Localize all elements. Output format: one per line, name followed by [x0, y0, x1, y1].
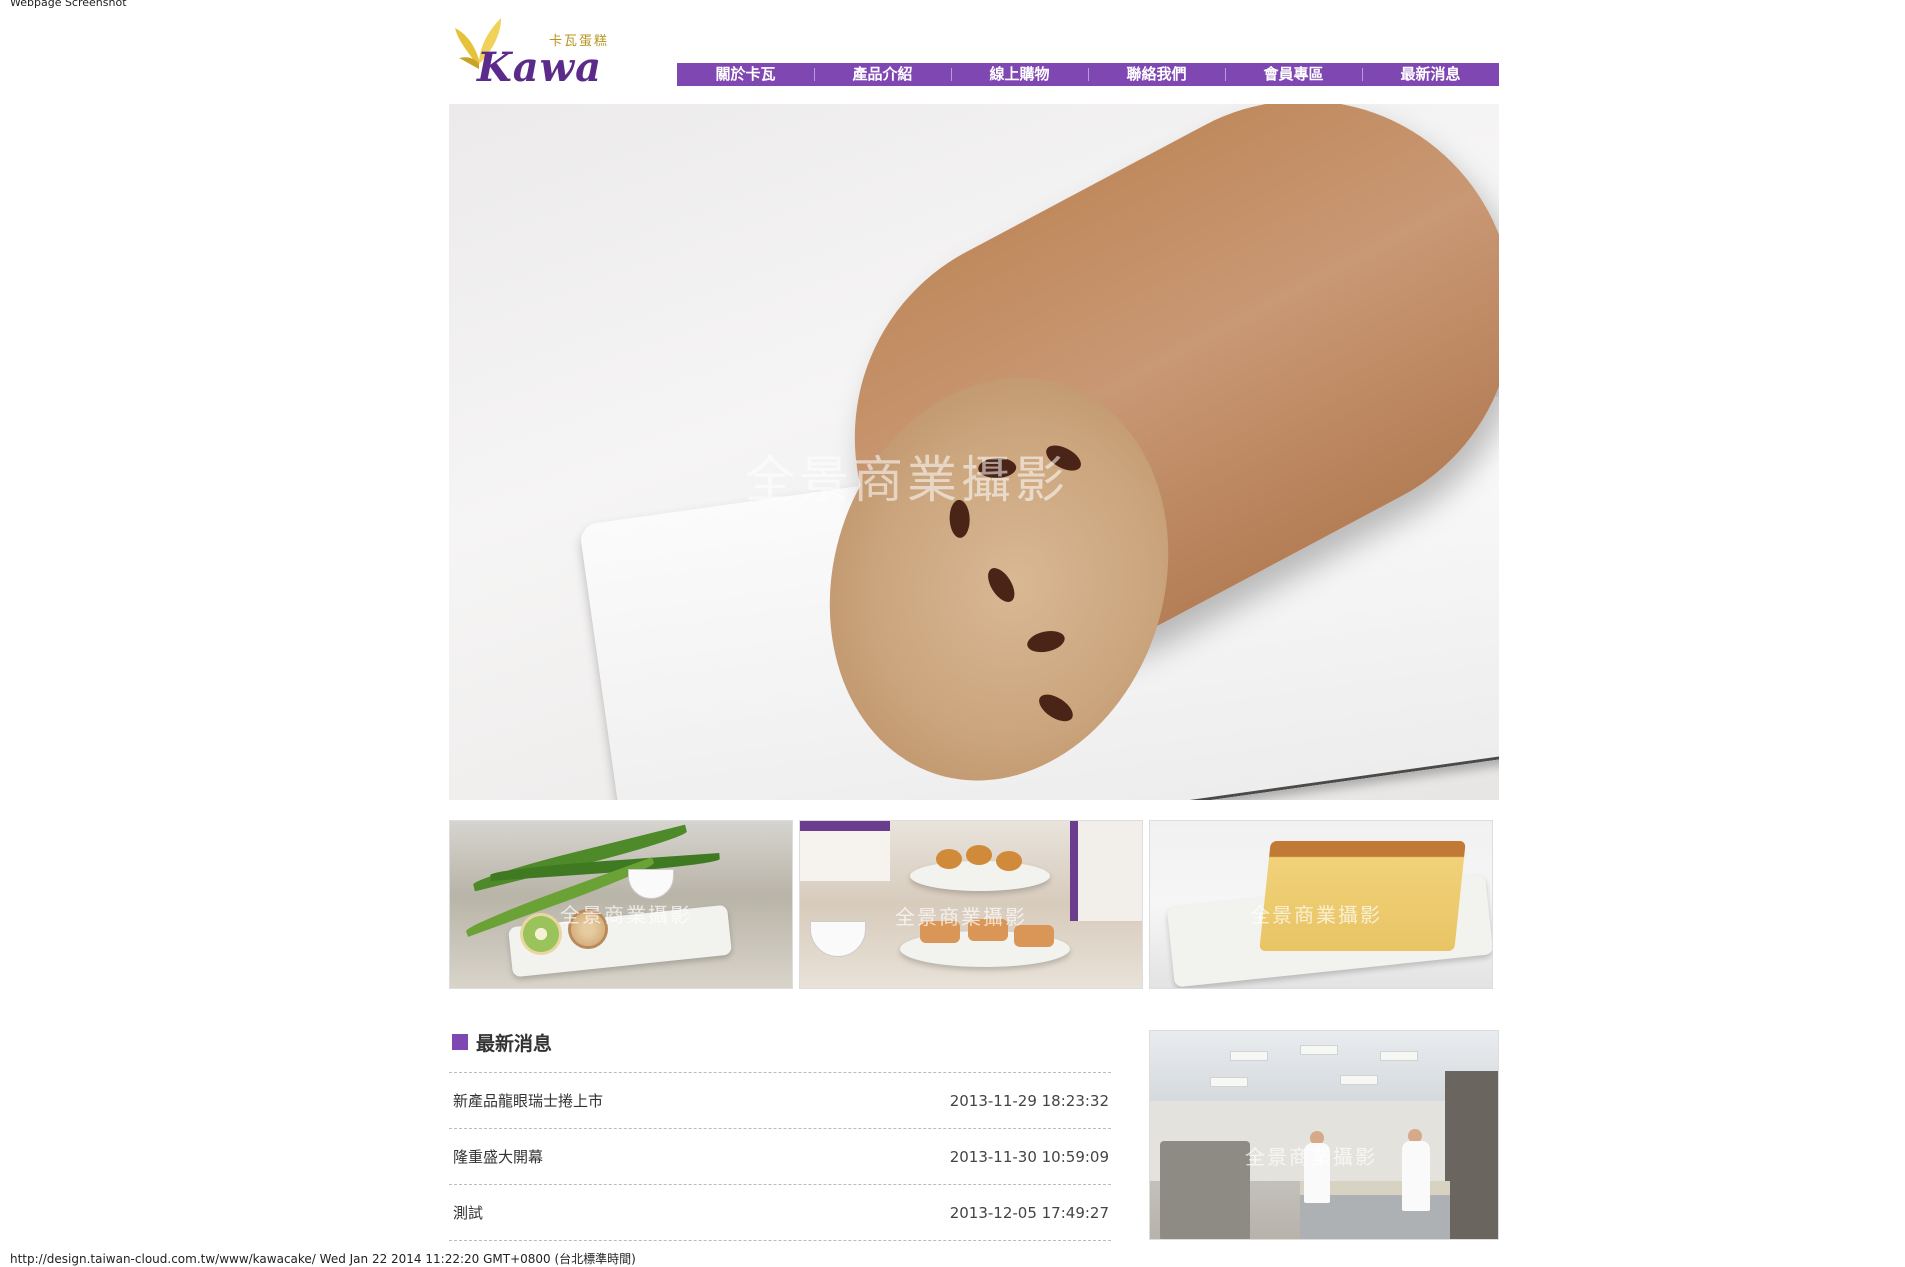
nav-item-shop[interactable]: 線上購物: [951, 63, 1088, 86]
castella-cake: [1259, 841, 1466, 951]
news-row[interactable]: 新產品龍眼瑞士捲上市 2013-11-29 18:23:32: [449, 1073, 1111, 1129]
logo-wordmark: Kawa: [477, 44, 603, 91]
thumbnail-castella[interactable]: 全景商業攝影: [1149, 820, 1493, 989]
logo[interactable]: 卡瓦蛋糕 Kawa: [449, 14, 619, 94]
news-item-date: 2013-12-05 17:49:27: [949, 1203, 1109, 1222]
thumbnail-cookies[interactable]: 全景商業攝影: [799, 820, 1143, 989]
news-row[interactable]: 測試 2013-12-05 17:49:27: [449, 1185, 1111, 1241]
nav-item-member[interactable]: 會員專區: [1225, 63, 1362, 86]
thumbnail-swiss-roll[interactable]: 全景商業攝影: [449, 820, 793, 989]
news-title: 最新消息: [476, 1032, 553, 1055]
news-item-title[interactable]: 測試: [453, 1202, 483, 1223]
news-section: 最新消息 新產品龍眼瑞士捲上市 2013-11-29 18:23:32 隆重盛大…: [449, 1028, 1111, 1241]
square-icon: [452, 1034, 468, 1050]
kitchen-watermark: 全景商業攝影: [1245, 1145, 1377, 1169]
news-item-date: 2013-11-29 18:23:32: [949, 1091, 1109, 1110]
nav-item-products[interactable]: 產品介紹: [814, 63, 951, 86]
thumbnail-watermark: 全景商業攝影: [560, 903, 692, 927]
main-nav: 關於卡瓦 產品介紹 線上購物 聯絡我們 會員專區 最新消息: [677, 63, 1499, 86]
news-row[interactable]: 隆重盛大開幕 2013-11-30 10:59:09: [449, 1129, 1111, 1185]
news-item-date: 2013-11-30 10:59:09: [949, 1147, 1109, 1166]
nav-item-news[interactable]: 最新消息: [1362, 63, 1499, 86]
thumbnail-watermark: 全景商業攝影: [1250, 903, 1382, 927]
thumbnail-watermark: 全景商業攝影: [895, 905, 1027, 929]
hero-watermark: 全景商業攝影: [745, 451, 1069, 509]
nav-item-about[interactable]: 關於卡瓦: [677, 63, 814, 86]
page-top-label: Webpage Screenshot: [10, 0, 127, 9]
kitchen-image: 全景商業攝影: [1149, 1030, 1499, 1240]
hero-image: 全景商業攝影: [449, 104, 1499, 800]
news-item-title[interactable]: 隆重盛大開幕: [453, 1146, 543, 1167]
nav-item-contact[interactable]: 聯絡我們: [1088, 63, 1225, 86]
news-item-title[interactable]: 新產品龍眼瑞士捲上市: [453, 1090, 603, 1111]
page-footer-url: http://design.taiwan-cloud.com.tw/www/ka…: [10, 1252, 636, 1266]
thumbnail-row: 全景商業攝影 全景商業攝影 全景商業攝影: [449, 820, 1499, 989]
